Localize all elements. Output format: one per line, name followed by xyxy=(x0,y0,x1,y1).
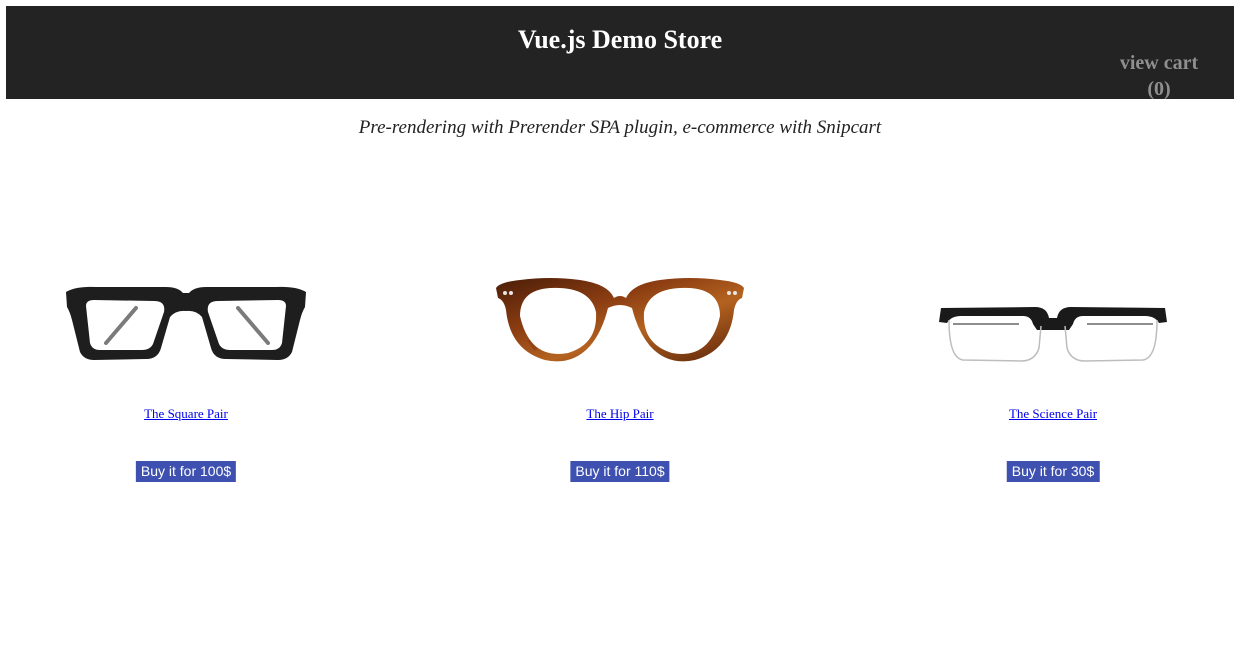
product-card-science-pair: The Science Pair Buy it for 30$ xyxy=(913,260,1193,500)
product-card-hip-pair: The Hip Pair Buy it for 110$ xyxy=(480,260,760,500)
buy-button-hip-pair[interactable]: Buy it for 110$ xyxy=(570,461,670,482)
buy-button-square-pair[interactable]: Buy it for 100$ xyxy=(135,461,237,482)
product-link-square-pair[interactable]: The Square Pair xyxy=(46,406,326,422)
product-link-science-pair[interactable]: The Science Pair xyxy=(913,406,1193,422)
product-card-square-pair: The Square Pair Buy it for 100$ xyxy=(46,260,326,500)
cart-label: view cart xyxy=(1119,52,1199,74)
product-list: The Square Pair Buy it for 100$ The Hip … xyxy=(0,260,1240,500)
view-cart-link[interactable]: view cart (0) xyxy=(1104,50,1214,102)
product-image-half-rim-glasses xyxy=(939,307,1167,362)
product-image-round-glasses xyxy=(496,278,744,362)
site-header: Vue.js Demo Store view cart (0) xyxy=(6,6,1234,102)
product-image-square-glasses xyxy=(66,286,306,360)
product-link-hip-pair[interactable]: The Hip Pair xyxy=(480,406,760,422)
cart-count: (0) xyxy=(1147,78,1171,100)
store-title: Vue.js Demo Store xyxy=(517,25,723,54)
tagline: Pre-rendering with Prerender SPA plugin,… xyxy=(358,117,882,138)
buy-button-science-pair[interactable]: Buy it for 30$ xyxy=(1006,461,1100,482)
